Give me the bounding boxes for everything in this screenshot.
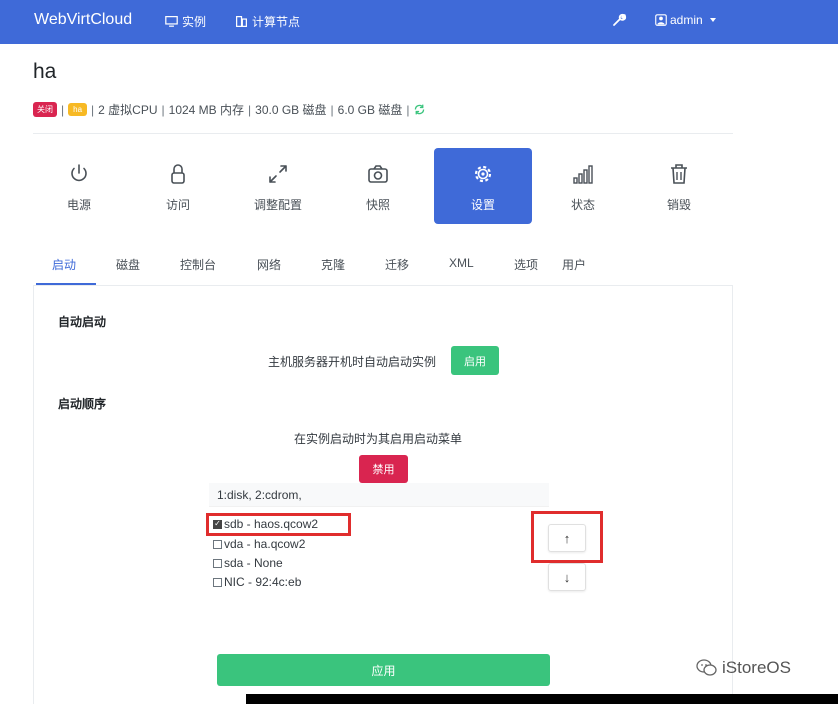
autostart-title: 自动启动 <box>58 315 107 329</box>
tab-console[interactable]: 控制台 <box>180 256 216 273</box>
boot-device-item[interactable]: vda - ha.qcow2 <box>213 537 305 551</box>
action-power[interactable]: 电源 <box>30 148 128 224</box>
memory-info: 1024 MB 内存 <box>168 103 245 117</box>
boot-device-item[interactable]: sda - None <box>213 556 283 570</box>
autostart-description: 主机服务器开机时自动启动实例 <box>268 355 437 369</box>
action-resize[interactable]: 调整配置 <box>229 148 327 224</box>
divider <box>33 133 733 134</box>
action-label: 销毁 <box>666 198 691 212</box>
action-label: 访问 <box>165 198 190 212</box>
nav-compute-nodes[interactable]: 计算节点 <box>235 13 300 30</box>
autostart-enable-button[interactable]: 启用 <box>451 346 499 375</box>
boot-order-field[interactable]: 1:disk, 2:cdrom, <box>209 483 549 507</box>
action-label: 设置 <box>470 198 495 212</box>
boot-menu-disable-button[interactable]: 禁用 <box>359 455 408 483</box>
action-label: 电源 <box>66 198 91 212</box>
separator: | <box>161 102 165 117</box>
action-label: 快照 <box>365 198 390 212</box>
boot-device-item[interactable]: NIC - 92:4c:eb <box>213 575 301 589</box>
camera-icon <box>368 165 388 183</box>
boot-order-title: 启动顺序 <box>58 397 107 411</box>
settings-tabs: 启动 磁盘 控制台 网络 克隆 迁移 XML 选项 用户 <box>0 256 838 276</box>
wechat-icon <box>696 659 717 676</box>
action-label: 调整配置 <box>253 198 302 212</box>
tab-disks[interactable]: 磁盘 <box>116 256 140 273</box>
brand-logo[interactable]: WebVirtCloud <box>34 11 132 29</box>
instance-info: 关闭 | ha | 2 虚拟CPU | 1024 MB 内存 | 30.0 GB… <box>33 101 426 118</box>
video-bar <box>246 694 838 704</box>
boot-device-label: NIC - 92:4c:eb <box>224 575 302 589</box>
user-name: admin <box>670 13 703 27</box>
tab-network[interactable]: 网络 <box>257 256 281 273</box>
separator: | <box>91 102 95 117</box>
action-label: 状态 <box>570 198 595 212</box>
checkbox[interactable] <box>213 558 222 568</box>
move-down-button[interactable]: ↓ <box>548 563 586 591</box>
nav-instances[interactable]: 实例 <box>165 13 206 30</box>
resize-icon <box>269 165 287 183</box>
lock-icon <box>171 164 185 184</box>
page-title: ha <box>33 60 57 83</box>
chevron-down-icon <box>709 18 716 22</box>
action-settings[interactable]: 设置 <box>434 148 532 224</box>
separator: | <box>248 102 252 117</box>
vcpu-info: 2 虚拟CPU <box>98 103 158 117</box>
trash-icon <box>671 164 687 184</box>
stats-icon <box>573 165 593 184</box>
top-navbar: WebVirtCloud 实例 计算节点 admin <box>0 0 838 44</box>
separator: | <box>406 102 410 117</box>
highlight-box-up <box>531 511 603 563</box>
wrench-icon[interactable] <box>611 12 627 28</box>
tab-xml[interactable]: XML <box>449 256 474 270</box>
tab-users[interactable]: 用户 <box>562 256 586 273</box>
tab-boot[interactable]: 启动 <box>52 256 76 273</box>
checkbox[interactable] <box>213 539 222 549</box>
gear-icon <box>474 165 492 183</box>
highlight-box-device <box>206 513 351 536</box>
user-menu[interactable]: admin <box>655 13 716 27</box>
nav-compute-nodes-label: 计算节点 <box>252 15 301 29</box>
monitor-icon <box>165 16 178 27</box>
separator: | <box>330 102 334 117</box>
action-snapshot[interactable]: 快照 <box>329 148 427 224</box>
status-badge: 关闭 <box>33 102 57 117</box>
checkbox[interactable] <box>213 577 222 587</box>
tab-migrate[interactable]: 迁移 <box>385 256 409 273</box>
action-stats[interactable]: 状态 <box>534 148 632 224</box>
disk2-info: 6.0 GB 磁盘 <box>337 103 403 117</box>
watermark: iStoreOS <box>696 658 791 678</box>
separator: | <box>61 102 65 117</box>
nav-instances-label: 实例 <box>182 15 207 29</box>
tab-options[interactable]: 选项 <box>514 256 538 273</box>
boot-device-label: sda - None <box>224 556 283 570</box>
refresh-icon[interactable] <box>413 103 426 116</box>
action-access[interactable]: 访问 <box>129 148 227 224</box>
tab-clone[interactable]: 克隆 <box>321 256 345 273</box>
action-destroy[interactable]: 销毁 <box>630 148 728 224</box>
watermark-text: iStoreOS <box>722 658 791 677</box>
disk1-info: 30.0 GB 磁盘 <box>255 103 327 117</box>
server-icon <box>236 16 247 27</box>
apply-button[interactable]: 应用 <box>217 654 550 686</box>
user-icon <box>655 14 667 26</box>
boot-menu-description: 在实例启动时为其启用启动菜单 <box>294 432 463 446</box>
info-badge: ha <box>68 103 88 116</box>
boot-device-label: vda - ha.qcow2 <box>224 537 306 551</box>
power-icon <box>71 164 87 182</box>
